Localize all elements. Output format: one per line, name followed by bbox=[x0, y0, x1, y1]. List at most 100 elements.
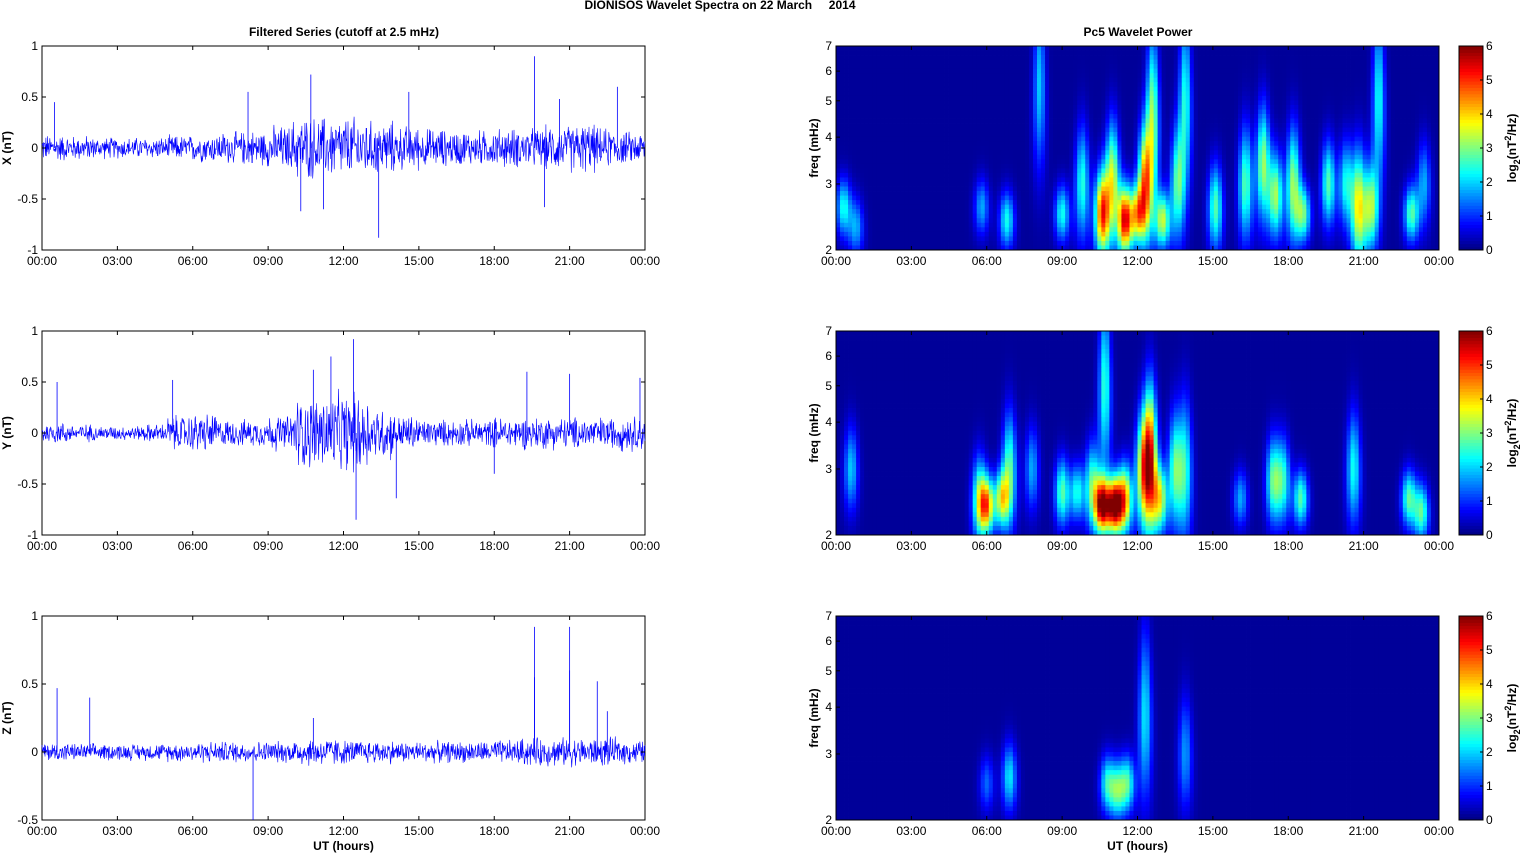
heatmap-cell bbox=[953, 177, 957, 182]
heatmap-cell bbox=[1274, 123, 1278, 128]
heatmap-cell bbox=[1037, 69, 1041, 74]
heatmap-cell bbox=[1061, 100, 1065, 105]
heatmap-cell bbox=[1033, 137, 1037, 142]
heatmap-cell bbox=[1170, 100, 1174, 105]
heatmap-cell bbox=[924, 105, 928, 110]
heatmap-cell bbox=[1351, 173, 1355, 178]
heatmap-cell bbox=[896, 105, 900, 110]
heatmap-cell bbox=[916, 119, 920, 124]
heatmap-cell bbox=[1262, 177, 1266, 182]
heatmap-cell bbox=[997, 128, 1001, 133]
heatmap-cell bbox=[1290, 69, 1294, 74]
heatmap-cell bbox=[1270, 114, 1274, 119]
heatmap-cell bbox=[900, 132, 904, 137]
heatmap-cell bbox=[1302, 96, 1306, 101]
heatmap-cell bbox=[1314, 155, 1318, 160]
heatmap-cell bbox=[1142, 114, 1146, 119]
heatmap-cell bbox=[1330, 100, 1334, 105]
heatmap-cell bbox=[1306, 96, 1310, 101]
heatmap-cell bbox=[1258, 73, 1262, 78]
heatmap-cell bbox=[1262, 69, 1266, 74]
heatmap-cell bbox=[1367, 159, 1371, 164]
heatmap-cell bbox=[965, 78, 969, 83]
heatmap-cell bbox=[937, 55, 941, 60]
heatmap-cell bbox=[1005, 123, 1009, 128]
heatmap-cell bbox=[852, 137, 856, 142]
heatmap-cell bbox=[1009, 164, 1013, 169]
heatmap-cell bbox=[1174, 55, 1178, 60]
heatmap-cell bbox=[920, 64, 924, 69]
heatmap-cell bbox=[1367, 168, 1371, 173]
heatmap-cell bbox=[884, 164, 888, 169]
heatmap-cell bbox=[1339, 60, 1343, 65]
heatmap-cell bbox=[1065, 128, 1069, 133]
heatmap-cell bbox=[1053, 119, 1057, 124]
heatmap-cell bbox=[1298, 87, 1302, 92]
heatmap-cell bbox=[1322, 182, 1326, 187]
heatmap-cell bbox=[993, 119, 997, 124]
heatmap-cell bbox=[864, 173, 868, 178]
heatmap-cell bbox=[1089, 137, 1093, 142]
heatmap-cell bbox=[1017, 78, 1021, 83]
heatmap-cell bbox=[1322, 64, 1326, 69]
heatmap-cell bbox=[1407, 109, 1411, 114]
heatmap-cell bbox=[844, 78, 848, 83]
heatmap-cell bbox=[1129, 64, 1133, 69]
heatmap-cell bbox=[981, 137, 985, 142]
heatmap-cell bbox=[1355, 119, 1359, 124]
heatmap-cell bbox=[908, 123, 912, 128]
heatmap-cell bbox=[1359, 82, 1363, 87]
heatmap-cell bbox=[1170, 137, 1174, 142]
heatmap-cell bbox=[1101, 60, 1105, 65]
heatmap-cell bbox=[1270, 146, 1274, 151]
heatmap-cell bbox=[1270, 173, 1274, 178]
heatmap-cell bbox=[965, 128, 969, 133]
heatmap-cell bbox=[981, 164, 985, 169]
heatmap-cell bbox=[1322, 46, 1326, 51]
heatmap-cell bbox=[840, 173, 844, 178]
heatmap-cell bbox=[1182, 128, 1186, 133]
heatmap-cell bbox=[876, 105, 880, 110]
heatmap-cell bbox=[896, 182, 900, 187]
heatmap-cell bbox=[1246, 78, 1250, 83]
heatmap-cell bbox=[993, 146, 997, 151]
heatmap-cell bbox=[1234, 187, 1238, 192]
heatmap-cell bbox=[1117, 123, 1121, 128]
heatmap-cell bbox=[904, 60, 908, 65]
heatmap-cell bbox=[1214, 105, 1218, 110]
heatmap-cell bbox=[1427, 87, 1431, 92]
heatmap-cell bbox=[908, 132, 912, 137]
heatmap-cell bbox=[1387, 182, 1391, 187]
heatmap-cell bbox=[1073, 164, 1077, 169]
heatmap-cell bbox=[1222, 132, 1226, 137]
heatmap-cell bbox=[1383, 64, 1387, 69]
heatmap-cell bbox=[1105, 119, 1109, 124]
heatmap-cell bbox=[1383, 114, 1387, 119]
heatmap-cell bbox=[977, 182, 981, 187]
heatmap-cell bbox=[961, 96, 965, 101]
heatmap-cell bbox=[1298, 159, 1302, 164]
heatmap-cell bbox=[848, 87, 852, 92]
heatmap-cell bbox=[1322, 150, 1326, 155]
heatmap-cell bbox=[1129, 150, 1133, 155]
heatmap-cell bbox=[884, 91, 888, 96]
heatmap-cell bbox=[1037, 78, 1041, 83]
heatmap-cell bbox=[1387, 82, 1391, 87]
heatmap-cell bbox=[852, 155, 856, 160]
heatmap-cell bbox=[1125, 60, 1129, 65]
heatmap-cell bbox=[1029, 100, 1033, 105]
heatmap-cell bbox=[1037, 177, 1041, 182]
heatmap-cell bbox=[1198, 46, 1202, 51]
heatmap-cell bbox=[1423, 177, 1427, 182]
heatmap-cell bbox=[1270, 123, 1274, 128]
heatmap-cell bbox=[993, 187, 997, 192]
heatmap-cell bbox=[1258, 137, 1262, 142]
heatmap-cell bbox=[928, 137, 932, 142]
heatmap-cell bbox=[1266, 119, 1270, 124]
heatmap-cell bbox=[957, 132, 961, 137]
heatmap-cell bbox=[1029, 141, 1033, 146]
heatmap-cell bbox=[1129, 141, 1133, 146]
heatmap-cell bbox=[1246, 173, 1250, 178]
heatmap-cell bbox=[1061, 82, 1065, 87]
heatmap-cell bbox=[844, 141, 848, 146]
